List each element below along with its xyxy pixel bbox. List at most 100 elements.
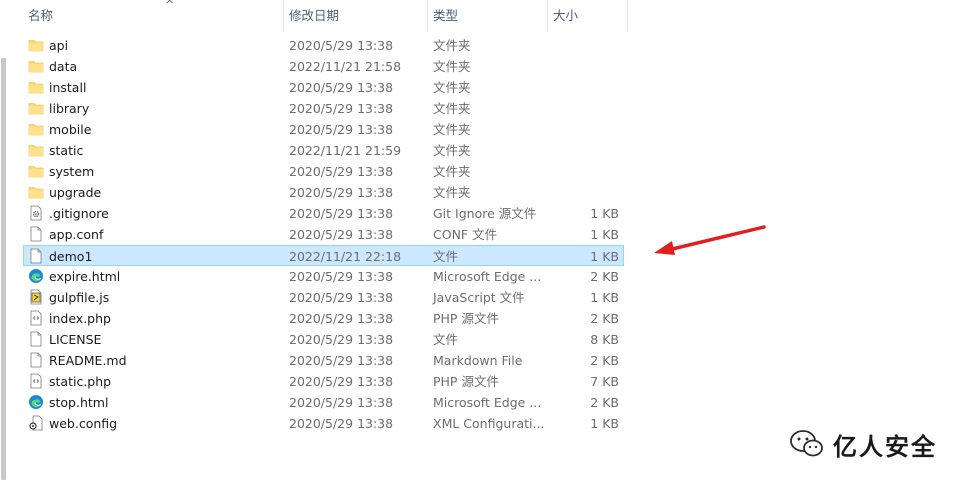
file-row[interactable]: stop.html 2020/5/29 13:38 Microsoft Edge .… <box>24 392 624 413</box>
file-name: system <box>49 164 95 179</box>
column-header-name[interactable]: 名称 <box>18 0 284 32</box>
file-row[interactable]: mobile 2020/5/29 13:38 文件夹 <box>24 119 624 140</box>
file-row[interactable]: system 2020/5/29 13:38 文件夹 <box>24 161 624 182</box>
file-date: 2020/5/29 13:38 <box>289 80 394 95</box>
file-date: 2020/5/29 13:38 <box>289 185 394 200</box>
file-date: 2022/11/21 22:18 <box>289 249 402 264</box>
file-row[interactable]: library 2020/5/29 13:38 文件夹 <box>24 98 624 119</box>
file-row[interactable]: data 2022/11/21 21:58 文件夹 <box>24 56 624 77</box>
file-date: 2020/5/29 13:38 <box>289 269 394 284</box>
column-header-bar: 名称 ^ 修改日期 类型 大小 <box>18 0 630 32</box>
folder-icon <box>28 79 44 95</box>
file-name: .gitignore <box>49 206 109 221</box>
file-row[interactable]: static 2022/11/21 21:59 文件夹 <box>24 140 624 161</box>
file-date: 2020/5/29 13:38 <box>289 290 394 305</box>
vertical-scrollbar[interactable] <box>0 0 8 485</box>
file-row[interactable]: gulpfile.js 2020/5/29 13:38 JavaScript 文件 1… <box>24 287 624 308</box>
red-arrow-annotation <box>654 225 766 255</box>
file-row[interactable]: expire.html 2020/5/29 13:38 Microsoft Edge… <box>24 266 624 287</box>
folder-icon <box>28 100 44 116</box>
file-name: library <box>49 101 90 116</box>
folder-icon <box>28 142 44 158</box>
file-type: 文件夹 <box>433 101 471 116</box>
file-date: 2020/5/29 13:38 <box>289 164 394 179</box>
file-date: 2020/5/29 13:38 <box>289 311 394 326</box>
js-file-icon <box>28 289 44 305</box>
file-name: upgrade <box>49 185 102 200</box>
file-type: 文件夹 <box>433 143 471 158</box>
file-type: 文件 <box>433 332 459 347</box>
file-name: LICENSE <box>49 332 102 347</box>
folder-icon <box>28 163 44 179</box>
file-date: 2020/5/29 13:38 <box>289 332 394 347</box>
column-header-type-label: 类型 <box>433 8 459 23</box>
file-name: static.php <box>49 374 112 389</box>
file-name: demo1 <box>49 249 93 264</box>
file-size: 2 KB <box>590 311 619 326</box>
edge-icon <box>28 394 44 410</box>
file-row[interactable]: demo1 2022/11/21 22:18 文件 1 KB <box>23 245 624 266</box>
file-type: XML Configurati... <box>433 416 545 431</box>
file-date: 2020/5/29 13:38 <box>289 416 394 431</box>
sort-ascending-icon: ^ <box>165 0 175 11</box>
file-type: 文件夹 <box>433 38 471 53</box>
blank-file-icon <box>28 226 44 242</box>
file-row[interactable]: LICENSE 2020/5/29 13:38 文件 8 KB <box>24 329 624 350</box>
file-row[interactable]: upgrade 2020/5/29 13:38 文件夹 <box>24 182 624 203</box>
file-size: 1 KB <box>590 249 619 264</box>
file-type: 文件夹 <box>433 59 471 74</box>
file-type: PHP 源文件 <box>433 374 499 389</box>
file-name: README.md <box>49 353 127 368</box>
file-size: 1 KB <box>590 227 619 242</box>
php-file-icon <box>28 310 44 326</box>
blank-file-icon <box>28 331 44 347</box>
column-header-size-label: 大小 <box>553 8 579 23</box>
file-type: PHP 源文件 <box>433 311 499 326</box>
file-name: data <box>49 59 78 74</box>
file-row[interactable]: web.config 2020/5/29 13:38 XML Configurati… <box>24 413 624 434</box>
watermark: 亿人安全 <box>789 424 937 464</box>
file-type: 文件夹 <box>433 185 471 200</box>
file-date: 2020/5/29 13:38 <box>289 374 394 389</box>
file-row[interactable]: api 2020/5/29 13:38 文件夹 <box>24 35 624 56</box>
wechat-icon <box>790 430 823 457</box>
file-row[interactable]: static.php 2020/5/29 13:38 PHP 源文件 7 KB <box>24 371 624 392</box>
scrollbar-thumb[interactable] <box>1 58 6 480</box>
column-header-size[interactable]: 大小 <box>548 0 628 32</box>
file-size: 2 KB <box>590 269 619 284</box>
file-name: gulpfile.js <box>49 290 110 305</box>
file-size: 1 KB <box>590 290 619 305</box>
file-date: 2022/11/21 21:58 <box>289 59 402 74</box>
file-type: 文件 <box>433 249 459 264</box>
file-row[interactable]: install 2020/5/29 13:38 文件夹 <box>24 77 624 98</box>
file-type: 文件夹 <box>433 164 471 179</box>
file-size: 2 KB <box>590 395 619 410</box>
watermark-text: 亿人安全 <box>833 432 937 461</box>
folder-icon <box>28 184 44 200</box>
file-date: 2020/5/29 13:38 <box>289 38 394 53</box>
file-name: index.php <box>49 311 111 326</box>
file-type: CONF 文件 <box>433 227 498 242</box>
blank-file-icon <box>28 248 44 264</box>
file-name: web.config <box>49 416 118 431</box>
file-row[interactable]: index.php 2020/5/29 13:38 PHP 源文件 2 KB <box>24 308 624 329</box>
column-header-type[interactable]: 类型 <box>428 0 548 32</box>
column-header-date[interactable]: 修改日期 <box>284 0 428 32</box>
php-file-icon <box>28 373 44 389</box>
file-type: JavaScript 文件 <box>433 290 525 305</box>
folder-icon <box>28 58 44 74</box>
file-row[interactable]: app.conf 2020/5/29 13:38 CONF 文件 1 KB <box>24 224 624 245</box>
file-type: 文件夹 <box>433 122 471 137</box>
file-type: 文件夹 <box>433 80 471 95</box>
file-date: 2020/5/29 13:38 <box>289 395 394 410</box>
file-list: api 2020/5/29 13:38 文件夹 data 2022/11/21 21:5… <box>23 35 624 434</box>
file-type: Git Ignore 源文件 <box>433 206 537 221</box>
column-header-date-label: 修改日期 <box>289 8 340 23</box>
file-size: 8 KB <box>590 332 619 347</box>
file-row[interactable]: README.md 2020/5/29 13:38 Markdown File 2 K… <box>24 350 624 371</box>
file-row[interactable]: .gitignore 2020/5/29 13:38 Git Ignore 源文件 1… <box>24 203 624 224</box>
edge-icon <box>28 268 44 284</box>
file-type: Markdown File <box>433 353 523 368</box>
file-size: 7 KB <box>590 374 619 389</box>
file-name: stop.html <box>49 395 109 410</box>
